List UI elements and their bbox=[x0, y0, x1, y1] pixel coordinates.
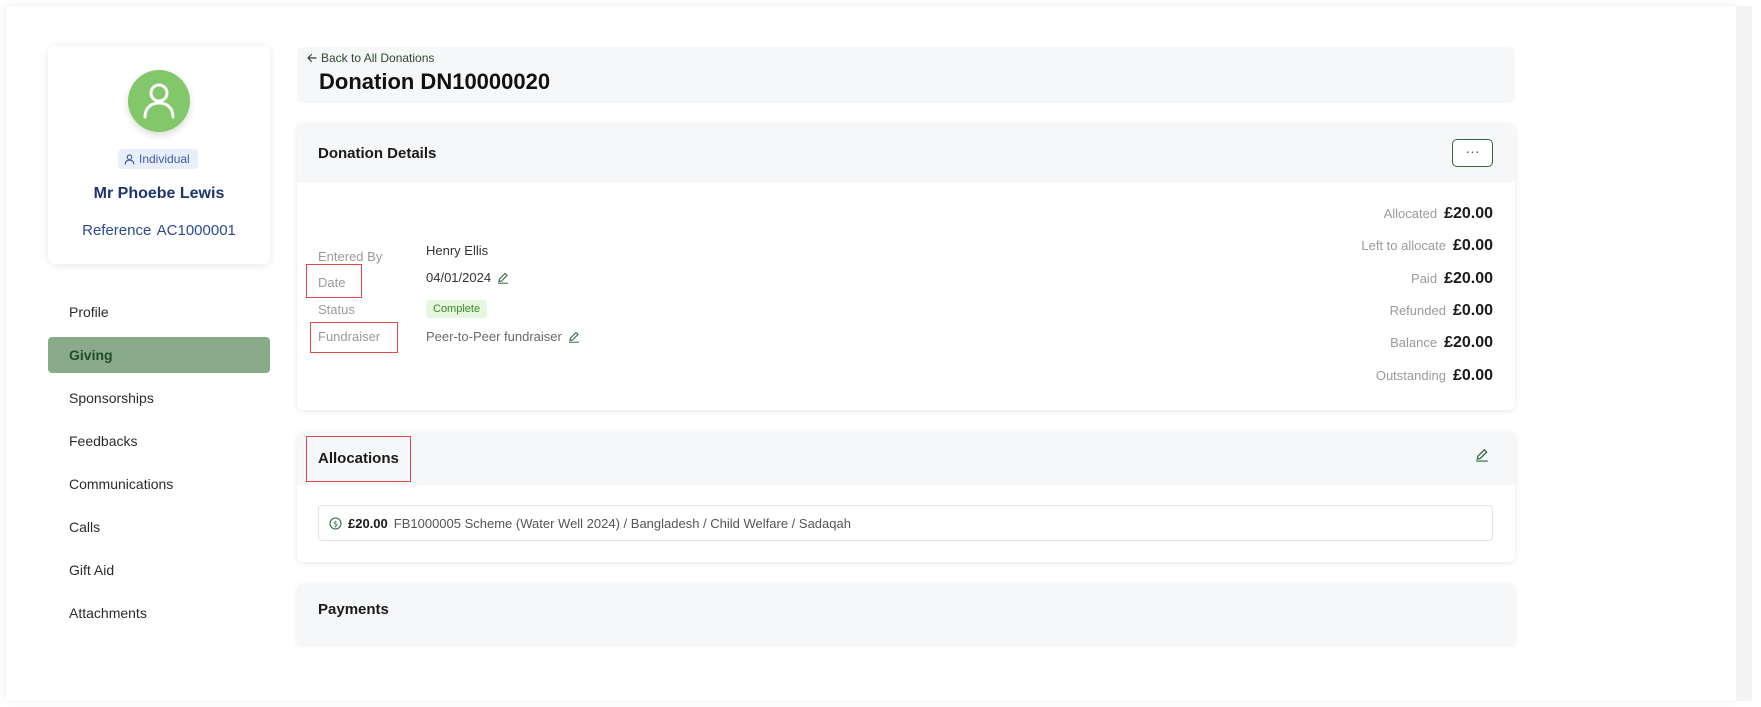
date-label: Date bbox=[318, 275, 346, 290]
date-value: 04/01/2024 bbox=[426, 270, 509, 285]
coin-icon: $ bbox=[329, 516, 342, 530]
nav-item-profile[interactable]: Profile bbox=[48, 294, 270, 330]
fundraiser-label: Fundraiser bbox=[318, 329, 381, 344]
person-icon bbox=[124, 153, 135, 165]
summary-label: Allocated bbox=[1383, 206, 1438, 221]
back-link[interactable]: Back to All Donations bbox=[307, 51, 434, 65]
allocation-row[interactable]: $ £20.00 FB1000005 Scheme (Water Well 20… bbox=[318, 505, 1493, 541]
summary-value: £20.00 bbox=[1444, 334, 1493, 351]
account-type-badge: Individual bbox=[118, 149, 198, 169]
donation-details-card: Donation Details ··· Entered By Henry El… bbox=[297, 124, 1515, 410]
allocations-card: Allocations $ £20.00 FB1000005 Scheme (W… bbox=[297, 432, 1515, 562]
allocations-title: Allocations bbox=[318, 450, 399, 467]
status-badge: Complete bbox=[426, 300, 488, 318]
side-nav: Profile Giving Sponsorships Feedbacks Co… bbox=[48, 294, 270, 638]
donor-reference: Reference AC1000001 bbox=[82, 222, 236, 239]
date-text: 04/01/2024 bbox=[426, 270, 492, 285]
arrow-left-icon bbox=[307, 53, 317, 63]
payments-card: Payments bbox=[297, 584, 1515, 644]
summary-paid: Paid £20.00 bbox=[1411, 270, 1493, 288]
account-type-label: Individual bbox=[139, 152, 190, 166]
entered-by-value: Henry Ellis bbox=[426, 243, 488, 258]
summary-value: £0.00 bbox=[1452, 302, 1493, 319]
pencil-icon[interactable] bbox=[497, 272, 509, 284]
summary-label: Balance bbox=[1390, 335, 1438, 350]
allocation-description: FB1000005 Scheme (Water Well 2024) / Ban… bbox=[393, 515, 851, 531]
fundraiser-value: Peer-to-Peer fundraiser bbox=[426, 329, 580, 344]
fundraiser-text: Peer-to-Peer fundraiser bbox=[426, 329, 562, 344]
donation-details-header: Donation Details ··· bbox=[297, 124, 1515, 182]
avatar bbox=[128, 70, 190, 132]
pencil-icon[interactable] bbox=[568, 331, 580, 343]
summary-allocated: Allocated £20.00 bbox=[1384, 205, 1493, 223]
scrollbar[interactable] bbox=[1736, 6, 1752, 701]
summary-label: Paid bbox=[1411, 271, 1438, 286]
nav-item-giving[interactable]: Giving bbox=[48, 337, 270, 373]
nav-item-sponsorships[interactable]: Sponsorships bbox=[48, 380, 270, 416]
svg-text:$: $ bbox=[333, 519, 338, 528]
allocations-header: Allocations bbox=[297, 432, 1515, 485]
nav-item-feedbacks[interactable]: Feedbacks bbox=[48, 423, 270, 459]
summary-label: Outstanding bbox=[1375, 368, 1446, 383]
profile-card: Individual Mr Phoebe Lewis Reference AC1… bbox=[48, 46, 270, 264]
pencil-icon[interactable] bbox=[1475, 448, 1489, 462]
nav-item-communications[interactable]: Communications bbox=[48, 466, 270, 502]
summary-value: £20.00 bbox=[1444, 270, 1493, 287]
summary-left-to-allocate: Left to allocate £0.00 bbox=[1361, 237, 1493, 255]
page-title: Donation DN10000020 bbox=[319, 69, 551, 94]
summary-value: £0.00 bbox=[1452, 367, 1493, 384]
page-header: Back to All Donations Donation DN1000002… bbox=[297, 47, 1515, 103]
more-options-button[interactable]: ··· bbox=[1452, 139, 1493, 167]
entered-by-label: Entered By bbox=[318, 249, 383, 264]
summary-outstanding: Outstanding £0.00 bbox=[1376, 367, 1493, 385]
summary-refunded: Refunded £0.00 bbox=[1390, 302, 1493, 320]
donation-details-title: Donation Details bbox=[318, 145, 437, 162]
back-link-label: Back to All Donations bbox=[321, 51, 435, 65]
summary-value: £0.00 bbox=[1452, 237, 1493, 254]
donor-name: Mr Phoebe Lewis bbox=[93, 185, 225, 202]
summary-value: £20.00 bbox=[1444, 205, 1493, 222]
status-label: Status bbox=[318, 302, 355, 317]
summary-label: Left to allocate bbox=[1361, 238, 1446, 253]
nav-item-gift-aid[interactable]: Gift Aid bbox=[48, 552, 270, 588]
entered-by-text: Henry Ellis bbox=[426, 243, 489, 258]
summary-balance: Balance £20.00 bbox=[1390, 334, 1493, 352]
nav-item-calls[interactable]: Calls bbox=[48, 509, 270, 545]
payments-title: Payments bbox=[318, 601, 389, 618]
allocation-amount: £20.00 bbox=[348, 515, 388, 531]
nav-item-attachments[interactable]: Attachments bbox=[48, 595, 270, 631]
summary-label: Refunded bbox=[1389, 303, 1446, 318]
user-icon bbox=[143, 83, 175, 119]
